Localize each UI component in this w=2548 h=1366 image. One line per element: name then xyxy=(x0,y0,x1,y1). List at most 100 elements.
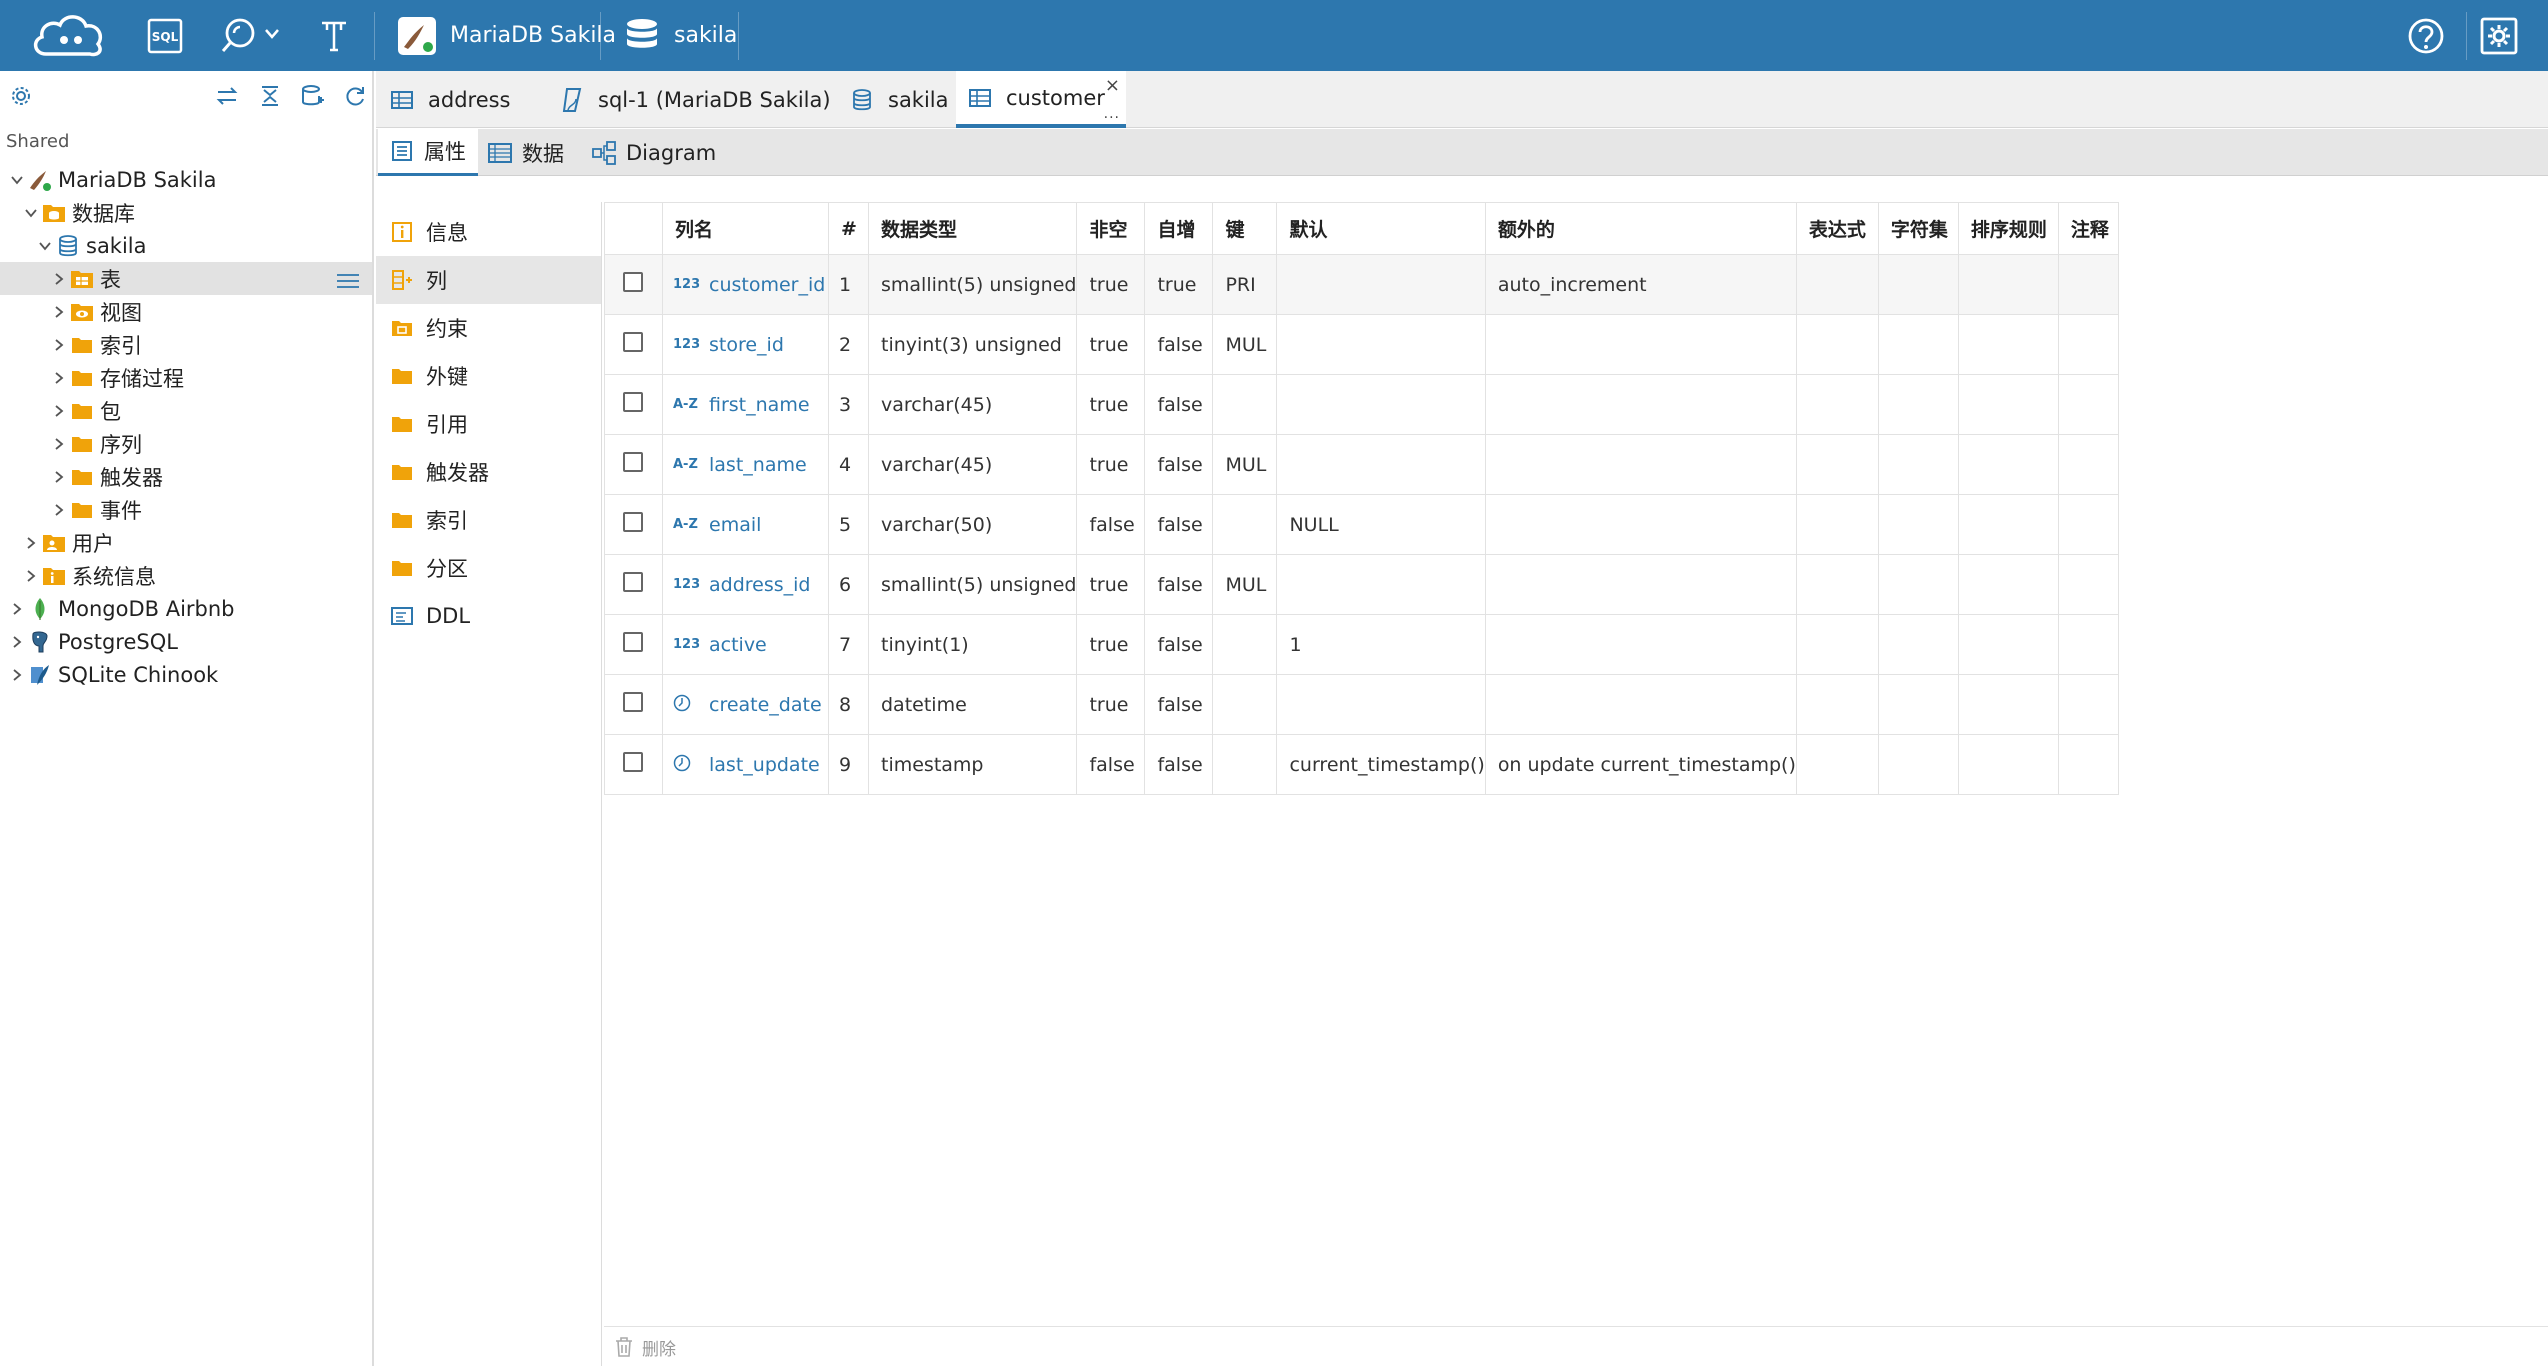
cell-notnull[interactable]: false xyxy=(1076,494,1146,555)
properties-menu-item[interactable]: 引用 xyxy=(376,400,601,448)
cell-collation[interactable] xyxy=(1957,494,2059,555)
column-header[interactable]: 排序规则 xyxy=(1957,202,2059,255)
row-checkbox[interactable] xyxy=(623,572,643,592)
cell-key[interactable]: PRI xyxy=(1212,254,1278,315)
column-name-cell[interactable]: last_update xyxy=(662,734,829,795)
cell-extra[interactable]: on update current_timestamp() xyxy=(1484,734,1797,795)
cloudbeaver-logo-icon[interactable] xyxy=(24,0,112,71)
column-name-cell[interactable]: A-Z last_name xyxy=(662,434,829,495)
cell-num[interactable]: 8 xyxy=(828,674,869,735)
cell-key[interactable]: MUL xyxy=(1212,434,1278,495)
chevron-right-icon[interactable] xyxy=(24,526,38,559)
cell-collation[interactable] xyxy=(1957,614,2059,675)
cell-charset[interactable] xyxy=(1877,254,1959,315)
cell-collation[interactable] xyxy=(1957,314,2059,375)
cell-charset[interactable] xyxy=(1877,734,1959,795)
properties-menu-item[interactable]: 索引 xyxy=(376,496,601,544)
cell-key[interactable] xyxy=(1212,614,1278,675)
cell-extra[interactable] xyxy=(1484,674,1797,735)
cell-collation[interactable] xyxy=(1957,674,2059,735)
tree-node[interactable]: SQLite Chinook xyxy=(0,658,372,691)
navigator-settings-icon[interactable] xyxy=(4,79,38,113)
column-name-cell[interactable]: A-Z first_name xyxy=(662,374,829,435)
cell-autoinc[interactable]: false xyxy=(1144,374,1214,435)
column-header[interactable]: 自增 xyxy=(1144,202,1214,255)
chevron-down-icon[interactable] xyxy=(38,229,52,262)
tree-node[interactable]: MongoDB Airbnb xyxy=(0,592,372,625)
cell-dtype[interactable]: varchar(50) xyxy=(867,494,1078,555)
settings-icon[interactable] xyxy=(2476,0,2522,71)
column-header[interactable]: 非空 xyxy=(1076,202,1146,255)
chevron-right-icon[interactable] xyxy=(52,295,66,328)
chevron-right-icon[interactable] xyxy=(24,559,38,592)
column-name-cell[interactable]: A-Z email xyxy=(662,494,829,555)
cell-default[interactable]: current_timestamp() xyxy=(1276,734,1486,795)
properties-menu-item[interactable]: 信息 xyxy=(376,208,601,256)
search-history-icon[interactable] xyxy=(216,0,286,71)
chevron-right-icon[interactable] xyxy=(52,328,66,361)
cell-dtype[interactable]: tinyint(1) xyxy=(867,614,1078,675)
cell-charset[interactable] xyxy=(1877,614,1959,675)
cell-comment[interactable] xyxy=(2057,254,2119,315)
cell-num[interactable]: 5 xyxy=(828,494,869,555)
cell-collation[interactable] xyxy=(1957,734,2059,795)
cell-dtype[interactable]: timestamp xyxy=(867,734,1078,795)
cell-expr[interactable] xyxy=(1795,614,1879,675)
delete-button[interactable]: 删除 xyxy=(614,1335,676,1360)
table-row[interactable]: create_date 8 datetime true false xyxy=(604,674,2119,735)
cell-dtype[interactable]: tinyint(3) unsigned xyxy=(867,314,1078,375)
column-header[interactable]: 数据类型 xyxy=(867,202,1078,255)
cell-expr[interactable] xyxy=(1795,254,1879,315)
cell-comment[interactable] xyxy=(2057,494,2119,555)
properties-menu-item[interactable]: DDL xyxy=(376,592,601,640)
close-icon[interactable]: × xyxy=(1105,75,1120,96)
tab-sakila[interactable]: sakila xyxy=(838,71,968,128)
cell-autoinc[interactable]: false xyxy=(1144,554,1214,615)
cell-num[interactable]: 1 xyxy=(828,254,869,315)
chevron-right-icon[interactable] xyxy=(10,592,24,625)
column-header[interactable]: 表达式 xyxy=(1795,202,1879,255)
cell-default[interactable] xyxy=(1276,254,1486,315)
tab-sql-1[interactable]: sql-1 (MariaDB Sakila) xyxy=(548,71,838,128)
cell-notnull[interactable]: true xyxy=(1076,434,1146,495)
cell-comment[interactable] xyxy=(2057,614,2119,675)
cell-extra[interactable] xyxy=(1484,494,1797,555)
cell-charset[interactable] xyxy=(1877,674,1959,735)
column-name-cell[interactable]: create_date xyxy=(662,674,829,735)
column-name-cell[interactable]: 123 address_id xyxy=(662,554,829,615)
cell-autoinc[interactable]: true xyxy=(1144,254,1214,315)
cell-dtype[interactable]: smallint(5) unsigned xyxy=(867,554,1078,615)
cell-extra[interactable] xyxy=(1484,614,1797,675)
cell-charset[interactable] xyxy=(1877,374,1959,435)
cell-comment[interactable] xyxy=(2057,554,2119,615)
cell-expr[interactable] xyxy=(1795,374,1879,435)
chevron-right-icon[interactable] xyxy=(52,493,66,526)
column-name-cell[interactable]: 123 customer_id xyxy=(662,254,829,315)
properties-menu-item[interactable]: 列 xyxy=(376,256,601,304)
column-name-cell[interactable]: 123 store_id xyxy=(662,314,829,375)
tree-node[interactable]: 事件 xyxy=(0,493,372,526)
cell-notnull[interactable]: true xyxy=(1076,614,1146,675)
sql-editor-icon[interactable]: SQL xyxy=(140,0,190,71)
cell-key[interactable] xyxy=(1212,374,1278,435)
cell-comment[interactable] xyxy=(2057,314,2119,375)
cell-dtype[interactable]: varchar(45) xyxy=(867,374,1078,435)
cell-dtype[interactable]: smallint(5) unsigned xyxy=(867,254,1078,315)
column-header[interactable]: 键 xyxy=(1212,202,1278,255)
cell-collation[interactable] xyxy=(1957,374,2059,435)
tab-address[interactable]: address xyxy=(390,71,540,128)
cell-extra[interactable] xyxy=(1484,554,1797,615)
cell-num[interactable]: 7 xyxy=(828,614,869,675)
column-header[interactable]: 字符集 xyxy=(1877,202,1959,255)
cell-extra[interactable] xyxy=(1484,374,1797,435)
table-row[interactable]: 123 address_id 6 smallint(5) unsigned true fa… xyxy=(604,554,2119,615)
cell-collation[interactable] xyxy=(1957,254,2059,315)
chevron-right-icon[interactable] xyxy=(52,262,66,295)
cell-expr[interactable] xyxy=(1795,434,1879,495)
cell-charset[interactable] xyxy=(1877,434,1959,495)
cell-key[interactable] xyxy=(1212,674,1278,735)
cell-key[interactable] xyxy=(1212,734,1278,795)
table-row[interactable]: last_update 9 timestamp false false current_t… xyxy=(604,734,2119,795)
tree-node[interactable]: 索引 xyxy=(0,328,372,361)
cell-default[interactable] xyxy=(1276,314,1486,375)
